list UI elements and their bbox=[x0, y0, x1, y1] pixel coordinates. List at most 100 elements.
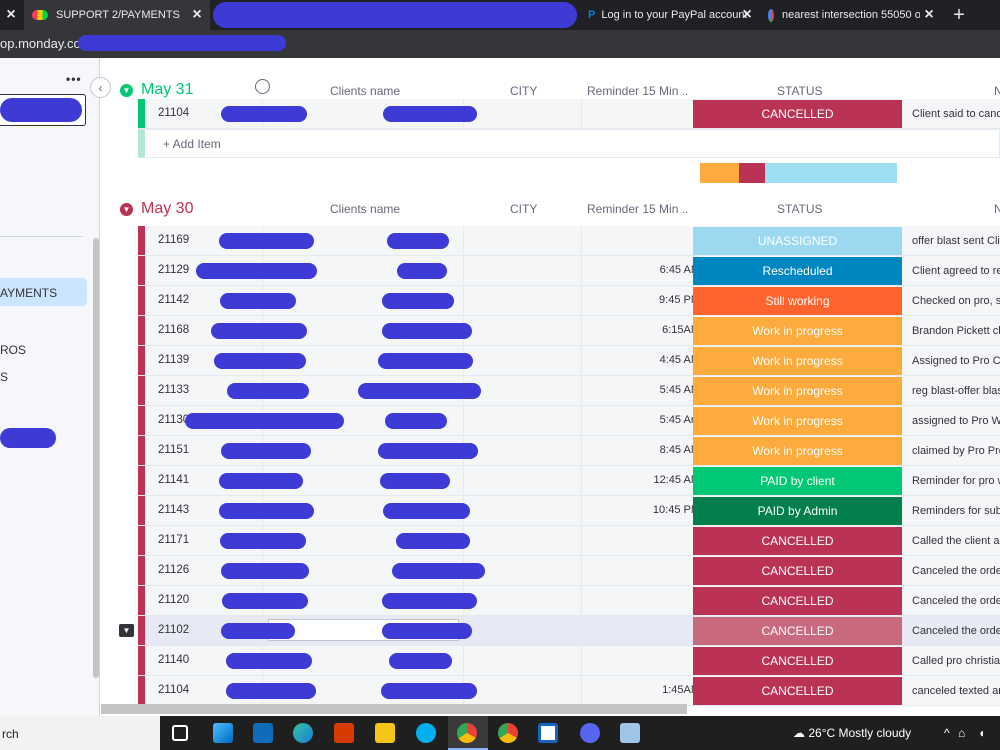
column-header-notes[interactable]: N bbox=[994, 202, 1000, 216]
table-row[interactable]: 21139+4:45 AMWork in progressAssigned to… bbox=[138, 346, 1000, 376]
redacted-sidebar-item[interactable] bbox=[0, 428, 56, 448]
sidebar-scrollbar[interactable] bbox=[93, 238, 99, 678]
status-badge[interactable]: PAID by Admin bbox=[693, 497, 902, 525]
redacted-city[interactable] bbox=[378, 353, 473, 369]
tab-support-payments[interactable]: SUPPORT 2/PAYMENTS bbox=[24, 0, 210, 30]
status-badge[interactable]: CANCELLED bbox=[693, 527, 902, 555]
row-note[interactable]: Canceled the order bbox=[912, 595, 1000, 607]
group-select-circle-icon[interactable] bbox=[255, 79, 270, 94]
column-header-reminder[interactable]: Reminder 15 Min ... bbox=[587, 202, 689, 216]
address-bar[interactable]: op.monday.co bbox=[0, 30, 1000, 58]
table-row[interactable]: 21120+CANCELLEDCanceled the order bbox=[138, 586, 1000, 616]
discord-icon[interactable] bbox=[580, 723, 600, 743]
reminder-time[interactable]: 6:45 AM bbox=[578, 264, 700, 276]
table-row[interactable]: 21102+×CANCELLEDCanceled the order bbox=[138, 616, 1000, 646]
status-badge[interactable]: Work in progress bbox=[693, 347, 902, 375]
column-header-reminder[interactable]: Reminder 15 Min ... bbox=[587, 84, 689, 98]
redacted-tab[interactable] bbox=[213, 2, 577, 28]
status-badge[interactable]: Work in progress bbox=[693, 407, 902, 435]
file-explorer-icon[interactable] bbox=[375, 723, 395, 743]
table-row[interactable]: 21104+CANCELLEDClient said to canc bbox=[138, 99, 1000, 129]
row-id[interactable]: 21102 bbox=[158, 624, 189, 636]
redacted-city[interactable] bbox=[383, 503, 470, 519]
workspace-selector[interactable] bbox=[0, 94, 86, 126]
row-note[interactable]: Brandon Pickett cl bbox=[912, 325, 1000, 337]
row-id[interactable]: 21142 bbox=[158, 294, 189, 306]
status-badge[interactable]: Work in progress bbox=[693, 317, 902, 345]
table-row[interactable]: 21140+CANCELLEDCalled pro christian bbox=[138, 646, 1000, 676]
mail-icon[interactable] bbox=[253, 723, 273, 743]
row-note[interactable]: Assigned to Pro Ch bbox=[912, 355, 1000, 367]
row-id[interactable]: 21140 bbox=[158, 654, 189, 666]
status-badge[interactable]: CANCELLED bbox=[693, 557, 902, 585]
redacted-city[interactable] bbox=[383, 106, 477, 122]
redacted-client-name[interactable] bbox=[220, 293, 296, 309]
column-header-city[interactable]: CITY bbox=[510, 202, 537, 216]
row-note[interactable]: canceled texted an bbox=[912, 685, 1000, 697]
row-note[interactable]: Canceled the order bbox=[912, 565, 1000, 577]
column-header-status[interactable]: STATUS bbox=[777, 202, 823, 216]
redacted-client-name[interactable] bbox=[220, 533, 306, 549]
close-tab-icon[interactable]: × bbox=[736, 0, 758, 30]
row-note[interactable]: Checked on pro, sa bbox=[912, 295, 1000, 307]
tray-expand-icon[interactable]: ^ bbox=[944, 726, 950, 740]
reminder-time[interactable]: 10:45 PM bbox=[578, 504, 700, 516]
table-row[interactable]: 21151+8:45 AMWork in progressclaimed by … bbox=[138, 436, 1000, 466]
row-note[interactable]: Reminder for pro w bbox=[912, 475, 1000, 487]
table-row[interactable]: 21133+5:45 AMWork in progressreg blast-o… bbox=[138, 376, 1000, 406]
task-view-icon[interactable] bbox=[172, 725, 188, 741]
reminder-time[interactable]: 4:45 AM bbox=[578, 354, 700, 366]
group-title-may-30[interactable]: May 30 bbox=[141, 200, 193, 218]
taskbar-search-box[interactable]: rch bbox=[0, 716, 160, 750]
reminder-time[interactable]: 5:45 Am bbox=[578, 414, 700, 426]
status-badge[interactable]: PAID by client bbox=[693, 467, 902, 495]
row-note[interactable]: assigned to Pro W bbox=[912, 415, 1000, 427]
column-header-client[interactable]: Clients name bbox=[330, 84, 400, 98]
status-badge[interactable]: CANCELLED bbox=[693, 617, 902, 645]
row-note[interactable]: Client agreed to re bbox=[912, 265, 1000, 277]
redacted-city[interactable] bbox=[380, 473, 450, 489]
volume-icon[interactable]: ◖ bbox=[978, 726, 985, 740]
redacted-client-name[interactable] bbox=[227, 383, 309, 399]
column-header-client[interactable]: Clients name bbox=[330, 202, 400, 216]
redacted-city[interactable] bbox=[382, 593, 477, 609]
row-id[interactable]: 21104 bbox=[158, 684, 189, 696]
row-id[interactable]: 21151 bbox=[158, 444, 189, 456]
redacted-client-name[interactable] bbox=[211, 323, 307, 339]
column-header-notes[interactable]: N bbox=[994, 84, 1000, 98]
close-tab-icon[interactable]: × bbox=[0, 0, 22, 30]
more-options-icon[interactable]: ••• bbox=[66, 72, 82, 86]
tab-paypal[interactable]: P Log in to your PayPal account bbox=[582, 0, 747, 30]
row-note[interactable]: Client said to canc bbox=[912, 108, 1000, 120]
row-note[interactable]: Reminders for sub bbox=[912, 505, 1000, 517]
table-row[interactable]: 21142+9:45 PMStill workingChecked on pro… bbox=[138, 286, 1000, 316]
sidebar-item-s[interactable]: S bbox=[0, 370, 8, 384]
notepad-icon[interactable] bbox=[620, 723, 640, 743]
sidebar-item-payments[interactable]: AYMENTS bbox=[0, 286, 57, 300]
horizontal-scrollbar[interactable] bbox=[101, 704, 687, 714]
status-badge[interactable]: CANCELLED bbox=[693, 587, 902, 615]
row-note[interactable]: Canceled the order bbox=[912, 625, 1000, 637]
status-badge[interactable]: Work in progress bbox=[693, 437, 902, 465]
redacted-client-name[interactable] bbox=[219, 473, 303, 489]
column-header-city[interactable]: CITY bbox=[510, 84, 537, 98]
chrome-icon[interactable] bbox=[457, 723, 477, 743]
redacted-client-name[interactable] bbox=[226, 653, 312, 669]
redacted-client-name[interactable] bbox=[185, 413, 344, 429]
row-menu-icon[interactable]: ▼ bbox=[119, 624, 134, 637]
redacted-city[interactable] bbox=[382, 323, 472, 339]
table-row[interactable]: 21169+UNASSIGNEDoffer blast sent Cli bbox=[138, 226, 1000, 256]
row-note[interactable]: Called pro christian bbox=[912, 655, 1000, 667]
skype-icon[interactable] bbox=[416, 723, 436, 743]
row-note[interactable]: offer blast sent Cli bbox=[912, 235, 1000, 247]
status-badge[interactable]: Still working bbox=[693, 287, 902, 315]
row-id[interactable]: 21104 bbox=[158, 107, 189, 119]
remote-desktop-icon[interactable] bbox=[538, 723, 558, 743]
network-icon[interactable]: ⌂ bbox=[958, 726, 965, 740]
redacted-client-name[interactable] bbox=[219, 503, 314, 519]
reminder-time[interactable]: 12:45 AM bbox=[578, 474, 700, 486]
close-tab-icon[interactable]: × bbox=[918, 0, 940, 30]
row-id[interactable]: 21126 bbox=[158, 564, 189, 576]
group-collapse-icon[interactable]: ▼ bbox=[120, 203, 133, 216]
table-row[interactable]: 21104+1:45AMCANCELLEDcanceled texted an bbox=[138, 676, 1000, 706]
